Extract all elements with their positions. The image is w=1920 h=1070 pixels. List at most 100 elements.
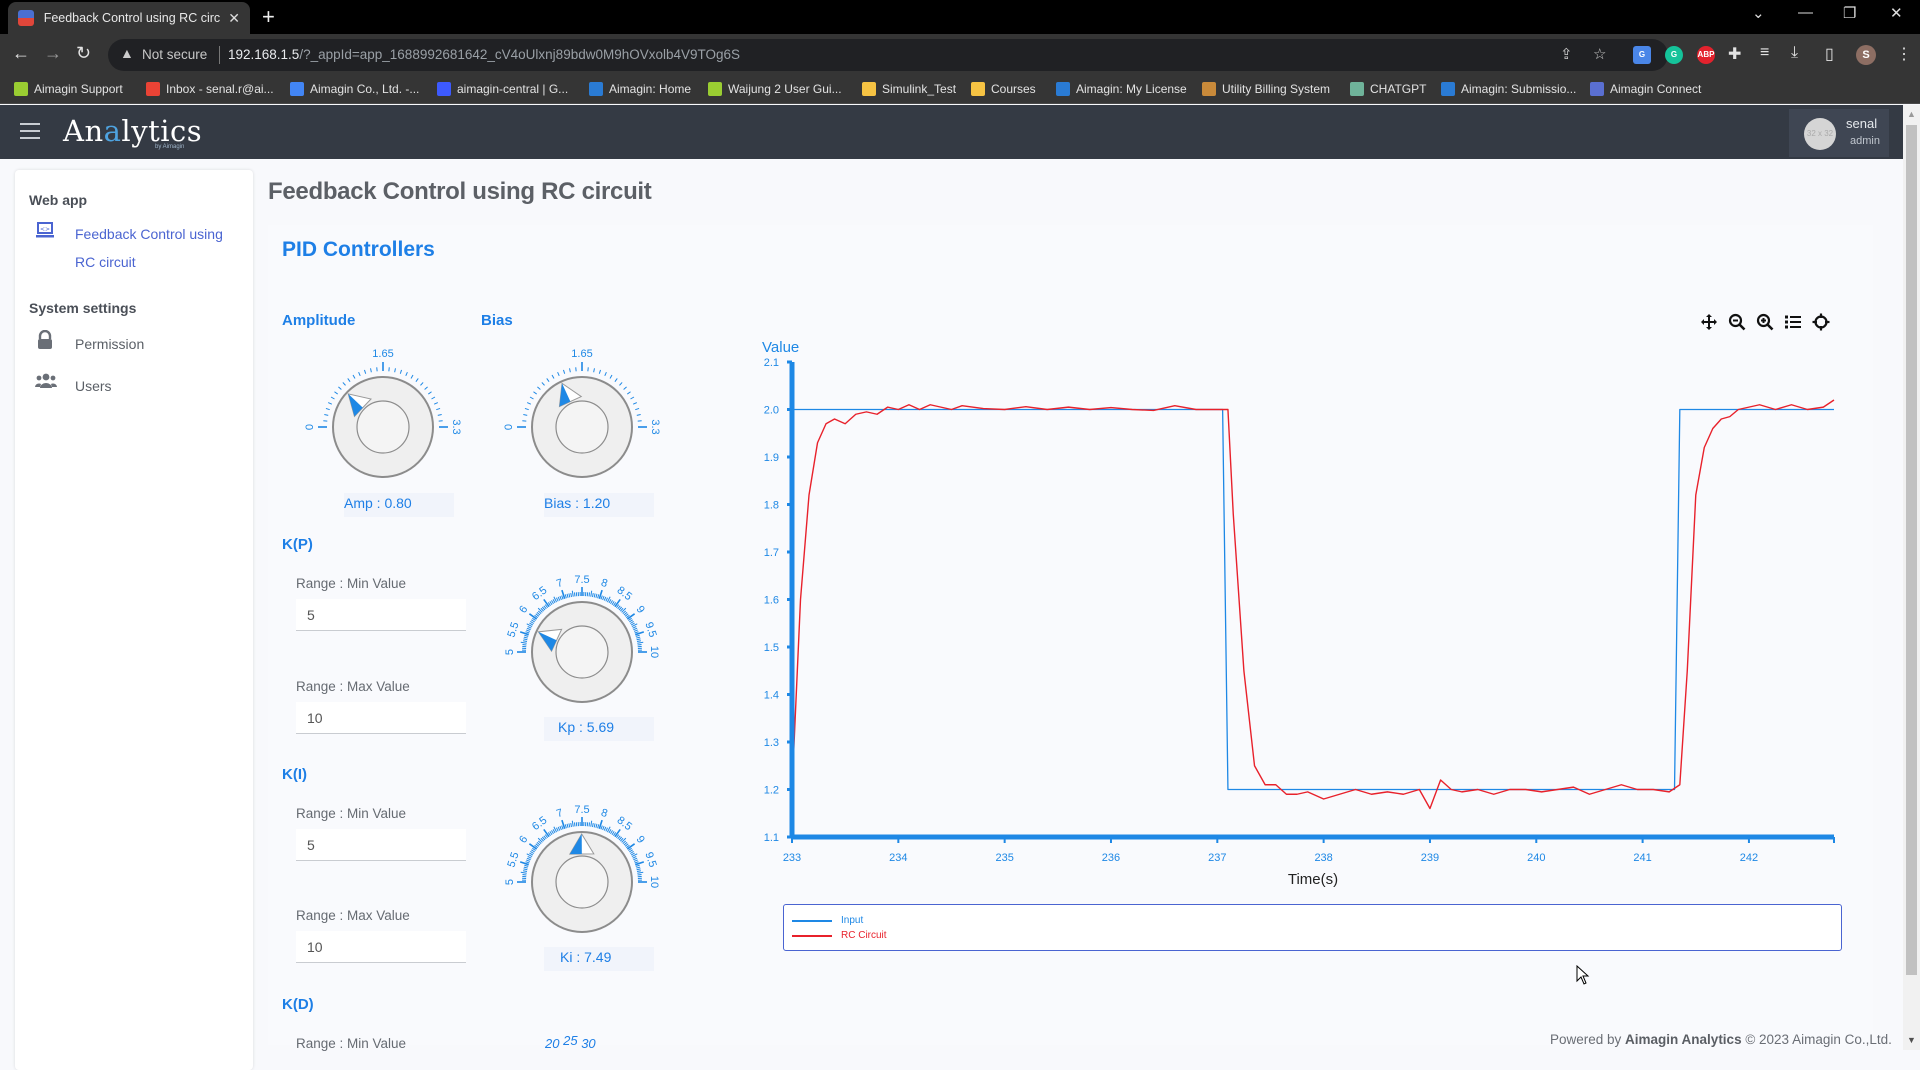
x-tick-label: 237 — [1208, 852, 1226, 864]
knob-tick — [637, 642, 643, 643]
ki-max-input[interactable] — [296, 931, 466, 963]
y-tick-label: 1.1 — [764, 832, 779, 844]
adblock-extension-icon[interactable]: ABP — [1697, 46, 1715, 64]
tab-close-icon[interactable]: ✕ — [228, 10, 240, 27]
knob-tick — [572, 591, 573, 597]
media-control-icon[interactable]: ≡ — [1760, 44, 1769, 62]
sidebar-item-users[interactable]: Users — [35, 372, 112, 400]
response-chart[interactable]: Value1.11.21.31.41.51.61.71.81.92.02.123… — [740, 325, 1850, 895]
bookmark-item[interactable]: Courses — [971, 82, 1036, 96]
translate-extension-icon[interactable]: G — [1633, 46, 1651, 64]
browser-menu-icon[interactable]: ⋮ — [1896, 44, 1912, 64]
bookmark-item[interactable]: Aimagin: Submissio... — [1441, 82, 1576, 96]
close-window-button[interactable]: ✕ — [1890, 4, 1903, 22]
browser-tab-active[interactable]: Feedback Control using RC circuit ✕ — [8, 2, 250, 34]
bookmark-favicon-icon — [862, 82, 876, 96]
sidebar-item-permission[interactable]: Permission — [35, 330, 144, 358]
logo-subtitle: by Aimagin — [155, 144, 184, 150]
profile-avatar[interactable]: S — [1856, 45, 1876, 65]
knob-scale-label: 7 — [555, 577, 565, 590]
knob-tick — [638, 644, 642, 645]
kp-max-input[interactable] — [296, 702, 466, 734]
scroll-down-arrow-icon[interactable]: ▼ — [1907, 1035, 1916, 1045]
knob-tick — [558, 372, 560, 376]
knob-scale-label: 1.65 — [372, 348, 393, 360]
bookmark-favicon-icon — [1056, 82, 1070, 96]
url-text[interactable]: 192.168.1.5/?_appId=app_1688992681642_cV… — [228, 47, 740, 62]
knob-tick — [334, 392, 337, 394]
legend-label-rc-circuit: RC Circuit — [841, 930, 887, 941]
kp-readout: Kp : 5.69 — [482, 719, 682, 739]
bookmark-item[interactable]: Aimagin: My License — [1056, 82, 1187, 96]
bias-knob[interactable]: 01.653.3 — [497, 345, 667, 490]
knob-tick — [567, 824, 568, 828]
bookmark-label: Inbox - senal.r@ai... — [166, 82, 274, 96]
knob-tick — [572, 821, 573, 827]
knob-tick — [633, 856, 637, 858]
share-icon[interactable]: ⇪ — [1560, 45, 1573, 63]
analytics-logo[interactable]: Analytics — [63, 114, 202, 148]
kp-knob[interactable]: 55.566.577.588.599.510 — [497, 570, 667, 715]
bookmark-item[interactable]: Utility Billing System — [1202, 82, 1330, 96]
logo-text-accent: a — [104, 114, 122, 148]
warning-icon: ▲ — [120, 45, 134, 61]
minimize-button[interactable]: — — [1798, 4, 1813, 21]
scroll-up-arrow-icon[interactable]: ▲ — [1907, 109, 1916, 119]
amplitude-knob[interactable]: 01.653.3 — [298, 345, 468, 490]
page-title: Feedback Control using RC circuit — [268, 178, 652, 206]
page-scrollbar[interactable]: ▲ ▼ — [1903, 105, 1920, 1050]
ki-knob[interactable]: 55.566.577.588.599.510 — [497, 800, 667, 945]
bookmark-item[interactable]: Aimagin Support — [14, 82, 123, 96]
knob-cap[interactable] — [556, 856, 608, 908]
knob-cap[interactable] — [556, 626, 608, 678]
back-button[interactable]: ← — [12, 43, 30, 64]
bookmark-item[interactable]: Aimagin Connect — [1590, 82, 1701, 96]
sidebar-item-feedback-control[interactable]: <> Feedback Control usingRC circuit — [35, 220, 223, 276]
new-tab-button[interactable]: + — [262, 4, 275, 30]
logo-text-post: lytics — [121, 114, 202, 148]
knob-tick — [630, 397, 633, 399]
x-tick-label: 233 — [783, 852, 801, 864]
bookmark-item[interactable]: Aimagin: Home — [589, 82, 691, 96]
extensions-icon[interactable]: ✚ — [1728, 44, 1741, 64]
bookmark-favicon-icon — [589, 82, 603, 96]
bookmark-item[interactable]: Inbox - senal.r@ai... — [146, 82, 274, 96]
bookmark-item[interactable]: Waijung 2 User Gui... — [708, 82, 842, 96]
knob-scale-label: 7.5 — [574, 574, 589, 586]
address-bar[interactable]: ▲ Not secure 192.168.1.5/?_appId=app_168… — [108, 39, 1668, 71]
knob-scale-label: 10 — [648, 876, 660, 888]
y-tick-label: 1.6 — [764, 595, 779, 607]
bookmark-item[interactable]: aimagin-central | G... — [437, 82, 568, 96]
mouse-cursor-icon — [1576, 965, 1590, 985]
bookmark-star-icon[interactable]: ☆ — [1593, 45, 1606, 63]
knob-tick — [591, 591, 592, 597]
grammarly-extension-icon[interactable]: G — [1665, 46, 1683, 64]
bookmark-item[interactable]: Simulink_Test — [862, 82, 956, 96]
knob-tick — [603, 826, 604, 830]
tab-search-icon[interactable]: ⌄ — [1752, 4, 1765, 22]
legend-item-rc-circuit[interactable]: RC Circuit — [792, 930, 887, 941]
reload-button[interactable]: ↻ — [76, 43, 91, 64]
bookmark-item[interactable]: CHATGPT — [1350, 82, 1426, 96]
hamburger-menu-icon[interactable] — [20, 123, 40, 144]
downloads-icon[interactable]: ⤓ — [1791, 44, 1798, 62]
knob-tick — [633, 858, 637, 860]
ki-min-input[interactable] — [296, 829, 466, 861]
knob-cap[interactable] — [556, 401, 608, 453]
restore-button[interactable]: ❐ — [1843, 4, 1856, 22]
bookmark-item[interactable]: Aimagin Co., Ltd. -... — [290, 82, 419, 96]
side-panel-icon[interactable]: ▯ — [1825, 44, 1834, 64]
knob-tick — [420, 382, 423, 385]
kp-min-input[interactable] — [296, 599, 466, 631]
knob-tick — [606, 598, 608, 602]
kp-min-label: Range : Min Value — [296, 576, 406, 591]
knob-tick — [599, 370, 600, 374]
scrollbar-thumb[interactable] — [1906, 125, 1917, 975]
knob-cap[interactable] — [357, 401, 409, 453]
legend-item-input[interactable]: Input — [792, 915, 863, 926]
user-menu[interactable]: 32 x 32 senal admin — [1789, 109, 1889, 157]
forward-button[interactable]: → — [44, 43, 62, 64]
bookmark-label: Aimagin Support — [34, 82, 123, 96]
knob-tick — [550, 831, 552, 834]
kp-max-label: Range : Max Value — [296, 679, 410, 694]
